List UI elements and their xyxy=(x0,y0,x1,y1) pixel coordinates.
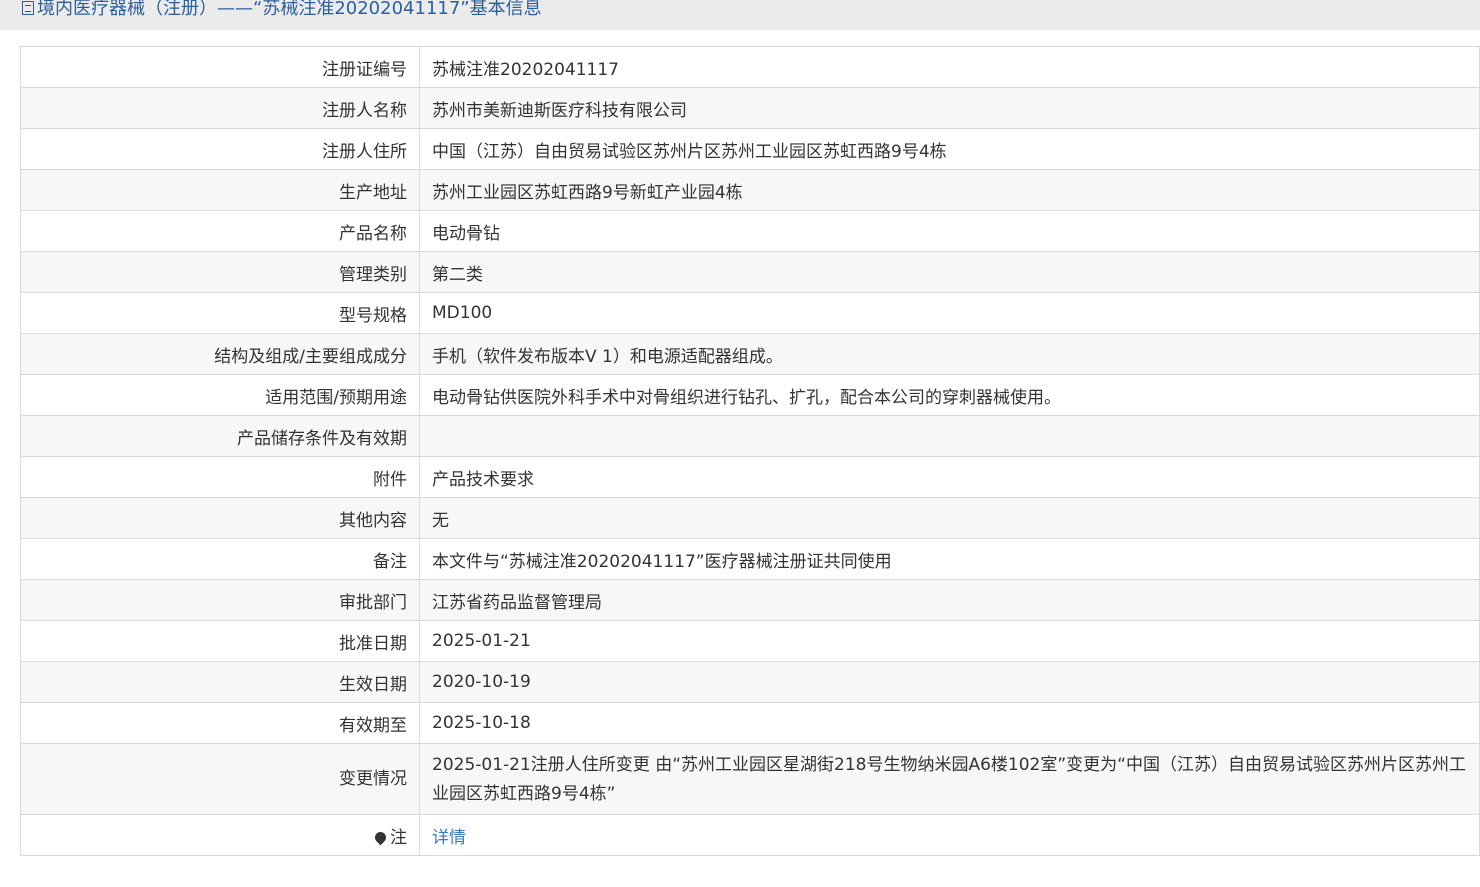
row-value: 2025-01-21 xyxy=(419,620,1480,662)
table-row: 管理类别 第二类 xyxy=(20,251,1480,293)
row-value: 产品技术要求 xyxy=(419,456,1480,498)
row-label: 批准日期 xyxy=(20,620,420,662)
table-row: 其他内容 无 xyxy=(20,497,1480,539)
header-bar: 境内医疗器械（注册）——“苏械注准20202041117”基本信息 xyxy=(0,0,1480,30)
row-value: 江苏省药品监督管理局 xyxy=(419,579,1480,621)
table-row: 注册人名称 苏州市美新迪斯医疗科技有限公司 xyxy=(20,87,1480,129)
details-link[interactable]: 详情 xyxy=(432,828,466,848)
row-value: 2020-10-19 xyxy=(419,661,1480,703)
note-label-cell: 注 xyxy=(20,814,420,856)
row-value: 2025-01-21注册人住所变更 由“苏州工业园区星湖街218号生物纳米园A6… xyxy=(419,743,1480,815)
row-label: 注册人名称 xyxy=(20,87,420,129)
row-value: 无 xyxy=(419,497,1480,539)
row-value: 2025-10-18 xyxy=(419,702,1480,744)
document-icon xyxy=(22,1,34,15)
row-label: 注册证编号 xyxy=(20,46,420,88)
table-row: 有效期至 2025-10-18 xyxy=(20,702,1480,744)
row-label: 产品储存条件及有效期 xyxy=(20,415,420,457)
info-table: 注册证编号 苏械注准20202041117 注册人名称 苏州市美新迪斯医疗科技有… xyxy=(20,46,1480,856)
table-row: 批准日期 2025-01-21 xyxy=(20,620,1480,662)
table-row: 注册人住所 中国（江苏）自由贸易试验区苏州片区苏州工业园区苏虹西路9号4栋 xyxy=(20,128,1480,170)
note-label: 注 xyxy=(390,827,407,848)
note-row: 注 详情 xyxy=(20,814,1480,856)
table-row: 产品储存条件及有效期 xyxy=(20,415,1480,457)
row-label: 适用范围/预期用途 xyxy=(20,374,420,416)
row-value: 苏州市美新迪斯医疗科技有限公司 xyxy=(419,87,1480,129)
row-value: 第二类 xyxy=(419,251,1480,293)
row-label: 有效期至 xyxy=(20,702,420,744)
table-row: 适用范围/预期用途 电动骨钻供医院外科手术中对骨组织进行钻孔、扩孔，配合本公司的… xyxy=(20,374,1480,416)
table-row: 变更情况 2025-01-21注册人住所变更 由“苏州工业园区星湖街218号生物… xyxy=(20,743,1480,815)
row-label: 生产地址 xyxy=(20,169,420,211)
row-value: 中国（江苏）自由贸易试验区苏州片区苏州工业园区苏虹西路9号4栋 xyxy=(419,128,1480,170)
row-label: 其他内容 xyxy=(20,497,420,539)
page-title: 境内医疗器械（注册）——“苏械注准20202041117”基本信息 xyxy=(22,0,542,24)
table-row: 备注 本文件与“苏械注准20202041117”医疗器械注册证共同使用 xyxy=(20,538,1480,580)
table-row: 生产地址 苏州工业园区苏虹西路9号新虹产业园4栋 xyxy=(20,169,1480,211)
row-label: 管理类别 xyxy=(20,251,420,293)
row-label: 产品名称 xyxy=(20,210,420,252)
row-value: 本文件与“苏械注准20202041117”医疗器械注册证共同使用 xyxy=(419,538,1480,580)
row-label: 审批部门 xyxy=(20,579,420,621)
table-row: 附件 产品技术要求 xyxy=(20,456,1480,498)
row-label: 生效日期 xyxy=(20,661,420,703)
table-row: 注册证编号 苏械注准20202041117 xyxy=(20,46,1480,88)
table-row: 产品名称 电动骨钻 xyxy=(20,210,1480,252)
row-value: 苏州工业园区苏虹西路9号新虹产业园4栋 xyxy=(419,169,1480,211)
table-row: 型号规格 MD100 xyxy=(20,292,1480,334)
row-value: MD100 xyxy=(419,292,1480,334)
row-label: 结构及组成/主要组成成分 xyxy=(20,333,420,375)
row-label: 变更情况 xyxy=(20,743,420,815)
note-value-cell: 详情 xyxy=(419,814,1480,856)
table-row: 生效日期 2020-10-19 xyxy=(20,661,1480,703)
row-value xyxy=(419,415,1480,457)
row-label: 备注 xyxy=(20,538,420,580)
lightbulb-icon xyxy=(372,829,389,845)
row-value: 电动骨钻 xyxy=(419,210,1480,252)
table-row: 结构及组成/主要组成成分 手机（软件发布版本V 1）和电源适配器组成。 xyxy=(20,333,1480,375)
row-value: 手机（软件发布版本V 1）和电源适配器组成。 xyxy=(419,333,1480,375)
row-label: 附件 xyxy=(20,456,420,498)
row-value: 苏械注准20202041117 xyxy=(419,46,1480,88)
row-label: 注册人住所 xyxy=(20,128,420,170)
page-title-text: 境内医疗器械（注册）——“苏械注准20202041117”基本信息 xyxy=(37,0,542,19)
row-label: 型号规格 xyxy=(20,292,420,334)
row-value: 电动骨钻供医院外科手术中对骨组织进行钻孔、扩孔，配合本公司的穿刺器械使用。 xyxy=(419,374,1480,416)
table-row: 审批部门 江苏省药品监督管理局 xyxy=(20,579,1480,621)
